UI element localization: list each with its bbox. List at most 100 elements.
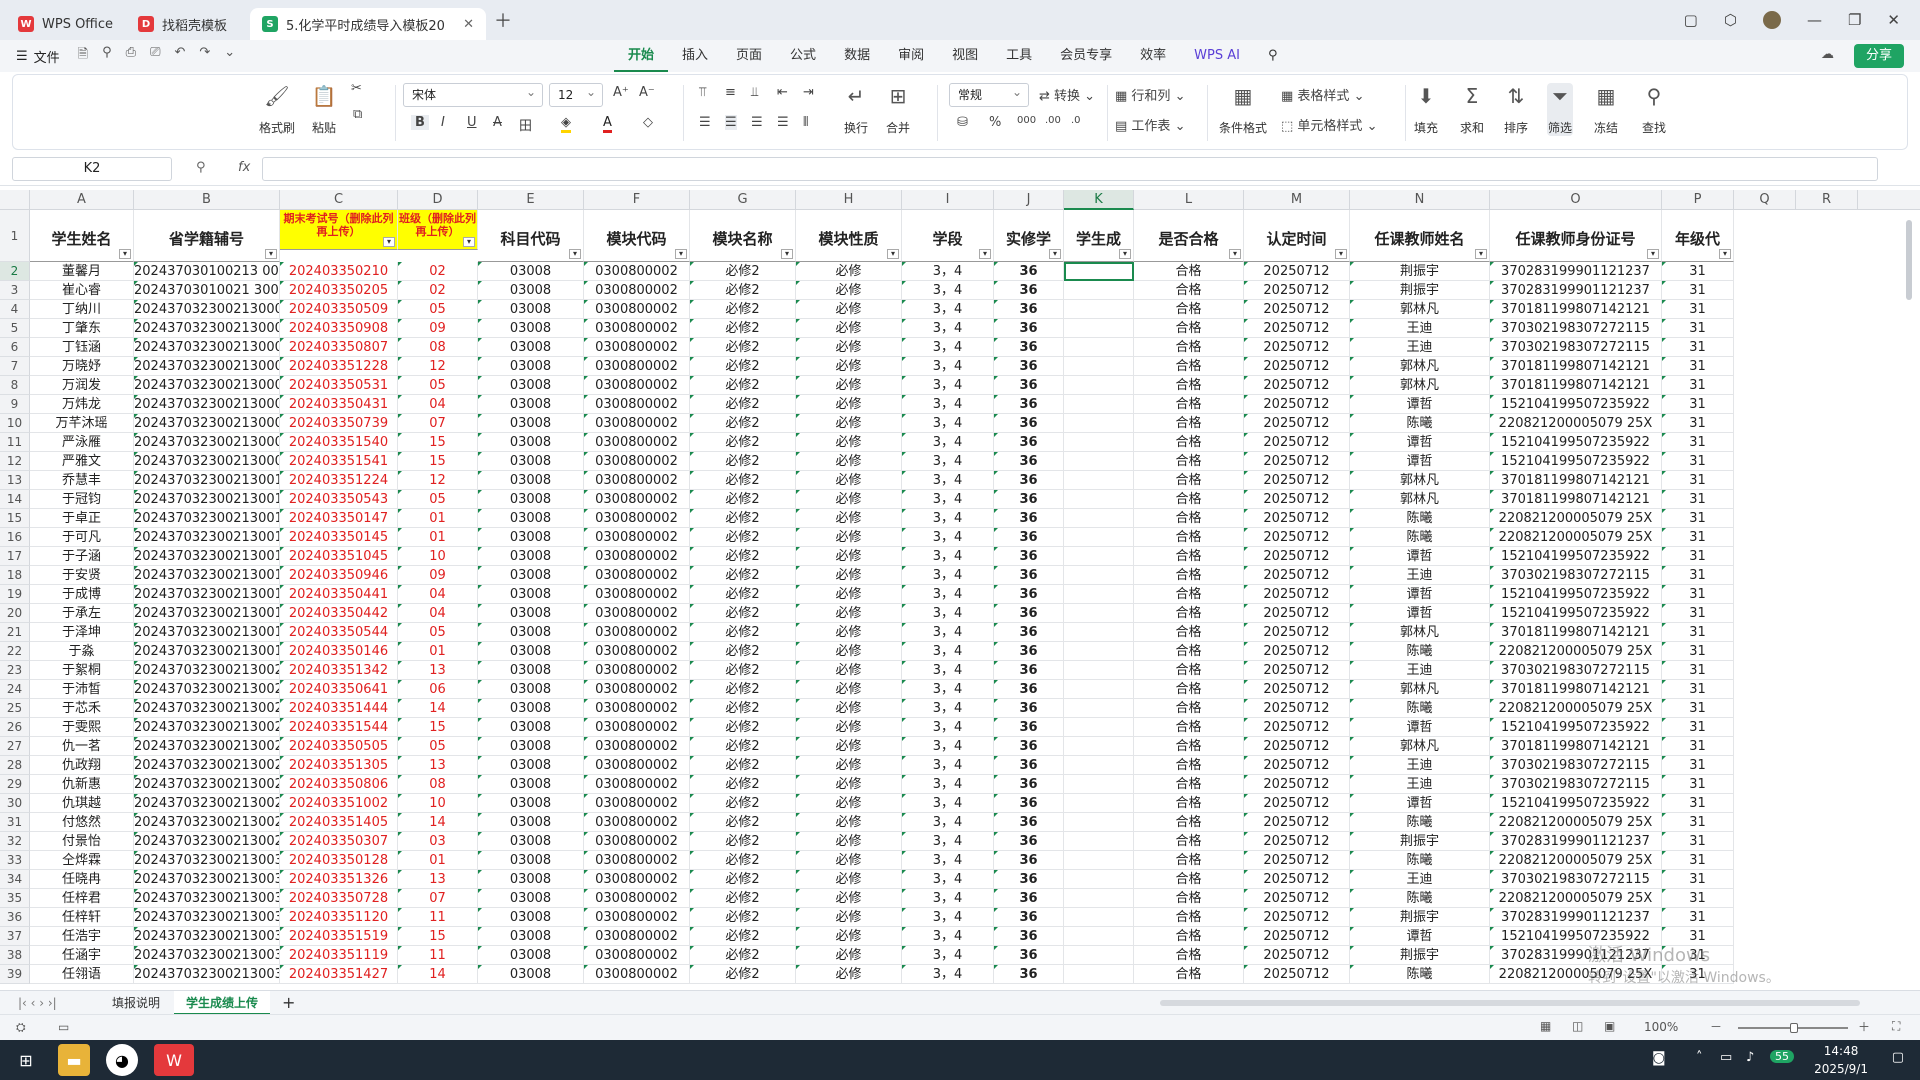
table-cell[interactable]: 20250712 — [1244, 452, 1350, 471]
table-cell[interactable]: 郭林凡 — [1350, 737, 1490, 756]
spreadsheet-grid[interactable]: ABCDEFGHIJKLMNOPQR 1 学生姓名 ▾ 省学籍辅号 ▾ 期末考试号（删除此… — [0, 190, 1920, 990]
table-cell[interactable]: 3，4 — [902, 300, 994, 319]
align-bottom-icon[interactable]: ⫫ — [751, 85, 758, 100]
notification-icon[interactable]: ▢ — [1892, 1050, 1904, 1065]
table-cell[interactable]: 36 — [994, 813, 1064, 832]
file-menu[interactable]: ☰ 文件 — [16, 47, 60, 66]
table-cell[interactable]: 3，4 — [902, 718, 994, 737]
table-cell[interactable]: 2024370323002130014 — [134, 547, 280, 566]
table-cell[interactable]: 202403350147 — [280, 509, 398, 528]
table-cell[interactable]: 2024370323002130025 — [134, 756, 280, 775]
table-cell[interactable]: 3，4 — [902, 699, 994, 718]
italic-icon[interactable]: I — [441, 115, 445, 130]
table-cell[interactable] — [1064, 509, 1134, 528]
table-cell[interactable]: 202403351045 — [280, 547, 398, 566]
table-cell[interactable]: 0300800002 — [584, 623, 690, 642]
table-cell[interactable]: 合格 — [1134, 604, 1244, 623]
table-cell[interactable]: 20250712 — [1244, 889, 1350, 908]
table-cell[interactable]: 36 — [994, 756, 1064, 775]
row-header[interactable]: 9 — [0, 395, 30, 414]
find-button[interactable]: ⚲ 查找 — [1641, 83, 1667, 136]
table-cell[interactable]: 2024370323002130033 — [134, 908, 280, 927]
table-cell[interactable] — [1064, 623, 1134, 642]
table-cell[interactable]: 31 — [1662, 718, 1734, 737]
redo-icon[interactable]: ↷ — [199, 45, 210, 67]
wps-taskbar-icon[interactable]: W — [154, 1044, 194, 1076]
table-cell[interactable]: 20250712 — [1244, 642, 1350, 661]
distributed-icon[interactable]: ⫴ — [803, 115, 808, 130]
table-cell[interactable]: 14 — [398, 699, 478, 718]
font-name-select[interactable]: 宋体 — [403, 81, 543, 107]
table-cell[interactable]: 220821200005079 25X — [1490, 851, 1662, 870]
table-cell[interactable]: 09 — [398, 319, 478, 338]
table-cell[interactable]: 合格 — [1134, 623, 1244, 642]
table-cell[interactable]: 36 — [994, 338, 1064, 357]
table-cell[interactable]: 3，4 — [902, 661, 994, 680]
table-cell[interactable]: 36 — [994, 851, 1064, 870]
table-cell[interactable]: 必修 — [796, 870, 902, 889]
table-cell[interactable]: 王迪 — [1350, 338, 1490, 357]
table-cell[interactable]: 必修 — [796, 490, 902, 509]
avatar[interactable] — [1762, 11, 1781, 29]
table-cell[interactable]: 31 — [1662, 414, 1734, 433]
filter-dropdown-icon[interactable]: ▾ — [1335, 249, 1347, 259]
table-cell[interactable]: 202403350543 — [280, 490, 398, 509]
table-cell[interactable]: 2024370323002130006 — [134, 395, 280, 414]
table-cell[interactable]: 合格 — [1134, 452, 1244, 471]
table-cell[interactable]: 合格 — [1134, 528, 1244, 547]
table-cell[interactable]: 03008 — [478, 357, 584, 376]
table-cell[interactable]: 20250712 — [1244, 699, 1350, 718]
table-cell[interactable]: 20250712 — [1244, 509, 1350, 528]
table-cell[interactable]: 08 — [398, 775, 478, 794]
table-cell[interactable]: 11 — [398, 946, 478, 965]
table-cell[interactable]: 陈曦 — [1350, 509, 1490, 528]
table-cell[interactable]: 王迪 — [1350, 775, 1490, 794]
table-cell[interactable]: 20250712 — [1244, 376, 1350, 395]
table-cell[interactable]: 15 — [398, 927, 478, 946]
table-cell[interactable]: 2024370323002130028 — [134, 813, 280, 832]
table-cell[interactable] — [1064, 376, 1134, 395]
table-cell[interactable]: 谭哲 — [1350, 604, 1490, 623]
table-cell[interactable]: 必修2 — [690, 661, 796, 680]
table-cell[interactable]: 0300800002 — [584, 737, 690, 756]
table-cell[interactable]: 0300800002 — [584, 832, 690, 851]
table-cell[interactable]: 崔心睿 — [30, 281, 134, 300]
table-cell[interactable]: 20250712 — [1244, 756, 1350, 775]
print-preview-icon[interactable]: ⎚ — [150, 45, 160, 67]
table-cell[interactable]: 2024370323002130034 — [134, 927, 280, 946]
table-cell[interactable]: 31 — [1662, 395, 1734, 414]
table-cell[interactable]: 必修 — [796, 756, 902, 775]
formula-input[interactable] — [262, 157, 1878, 181]
table-cell[interactable]: 152104199507235922 — [1490, 718, 1662, 737]
selected-cell[interactable] — [1064, 262, 1134, 281]
tray-icon[interactable]: ◙ — [1652, 1050, 1666, 1066]
table-cell[interactable]: 31 — [1662, 262, 1734, 281]
table-cell[interactable]: 合格 — [1134, 851, 1244, 870]
table-cell[interactable]: 152104199507235922 — [1490, 433, 1662, 452]
table-cell[interactable]: 合格 — [1134, 889, 1244, 908]
table-cell[interactable]: 必修2 — [690, 376, 796, 395]
table-cell[interactable]: 3，4 — [902, 376, 994, 395]
table-cell[interactable]: 36 — [994, 718, 1064, 737]
table-style-button[interactable]: ▦ 表格样式 ⌄ — [1281, 85, 1364, 104]
table-cell[interactable] — [1064, 338, 1134, 357]
table-cell[interactable]: 202403350146 — [280, 642, 398, 661]
column-header-l[interactable]: L — [1134, 190, 1244, 210]
table-cell[interactable]: 31 — [1662, 490, 1734, 509]
table-cell[interactable]: 202403350908 — [280, 319, 398, 338]
filter-dropdown-icon[interactable]: ▾ — [887, 249, 899, 259]
column-header-d[interactable]: D — [398, 190, 478, 210]
table-cell[interactable]: 2024370323002130029 — [134, 832, 280, 851]
table-cell[interactable]: 20250712 — [1244, 319, 1350, 338]
header-cell[interactable]: 科目代码 ▾ — [478, 210, 584, 262]
table-cell[interactable]: 0300800002 — [584, 908, 690, 927]
table-cell[interactable]: 152104199507235922 — [1490, 547, 1662, 566]
table-cell[interactable]: 必修 — [796, 452, 902, 471]
table-cell[interactable]: 仇政翔 — [30, 756, 134, 775]
table-cell[interactable]: 370181199807142121 — [1490, 737, 1662, 756]
table-cell[interactable]: 3，4 — [902, 452, 994, 471]
table-cell[interactable] — [1064, 699, 1134, 718]
table-cell[interactable]: 202403351228 — [280, 357, 398, 376]
row-header[interactable]: 3 — [0, 281, 30, 300]
table-cell[interactable]: 0300800002 — [584, 528, 690, 547]
